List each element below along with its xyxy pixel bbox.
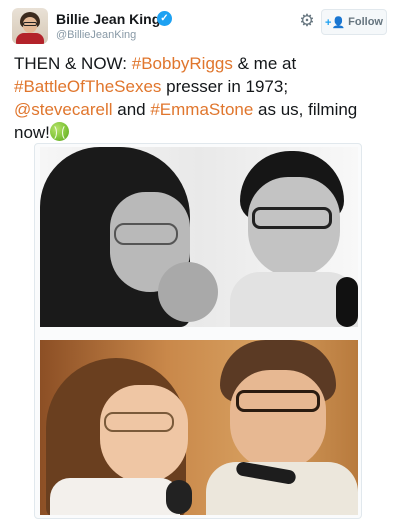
follow-label: Follow: [348, 16, 383, 28]
tweet-card: Billie Jean King ✓ @BillieJeanKing ⚙ +👤 …: [0, 0, 400, 524]
tweet-text-segment: THEN & NOW:: [14, 54, 132, 73]
hashtag-link[interactable]: #EmmaStone: [150, 100, 253, 119]
photo-film-still[interactable]: [40, 340, 358, 515]
follow-button[interactable]: +👤 Follow: [321, 9, 387, 35]
follow-person-plus-icon: +👤: [325, 16, 346, 29]
mention-link[interactable]: @stevecarell: [14, 100, 113, 119]
avatar[interactable]: [12, 8, 48, 44]
verified-badge-icon: ✓: [157, 11, 172, 26]
tweet-text-segment: presser in 1973;: [161, 77, 289, 96]
user-handle[interactable]: @BillieJeanKing: [56, 29, 136, 41]
display-name[interactable]: Billie Jean King: [56, 11, 160, 27]
tennis-ball-icon: [49, 122, 69, 141]
tweet-text-segment: & me at: [232, 54, 297, 73]
photo-1973-press[interactable]: [40, 147, 358, 327]
hashtag-link[interactable]: #BattleOfTheSexes: [14, 77, 161, 96]
tweet-text: THEN & NOW: #BobbyRiggs & me at #BattleO…: [14, 52, 388, 144]
tweet-text-segment: and: [112, 100, 151, 119]
gear-icon[interactable]: ⚙: [298, 12, 316, 30]
hashtag-link[interactable]: #BobbyRiggs: [132, 54, 233, 73]
